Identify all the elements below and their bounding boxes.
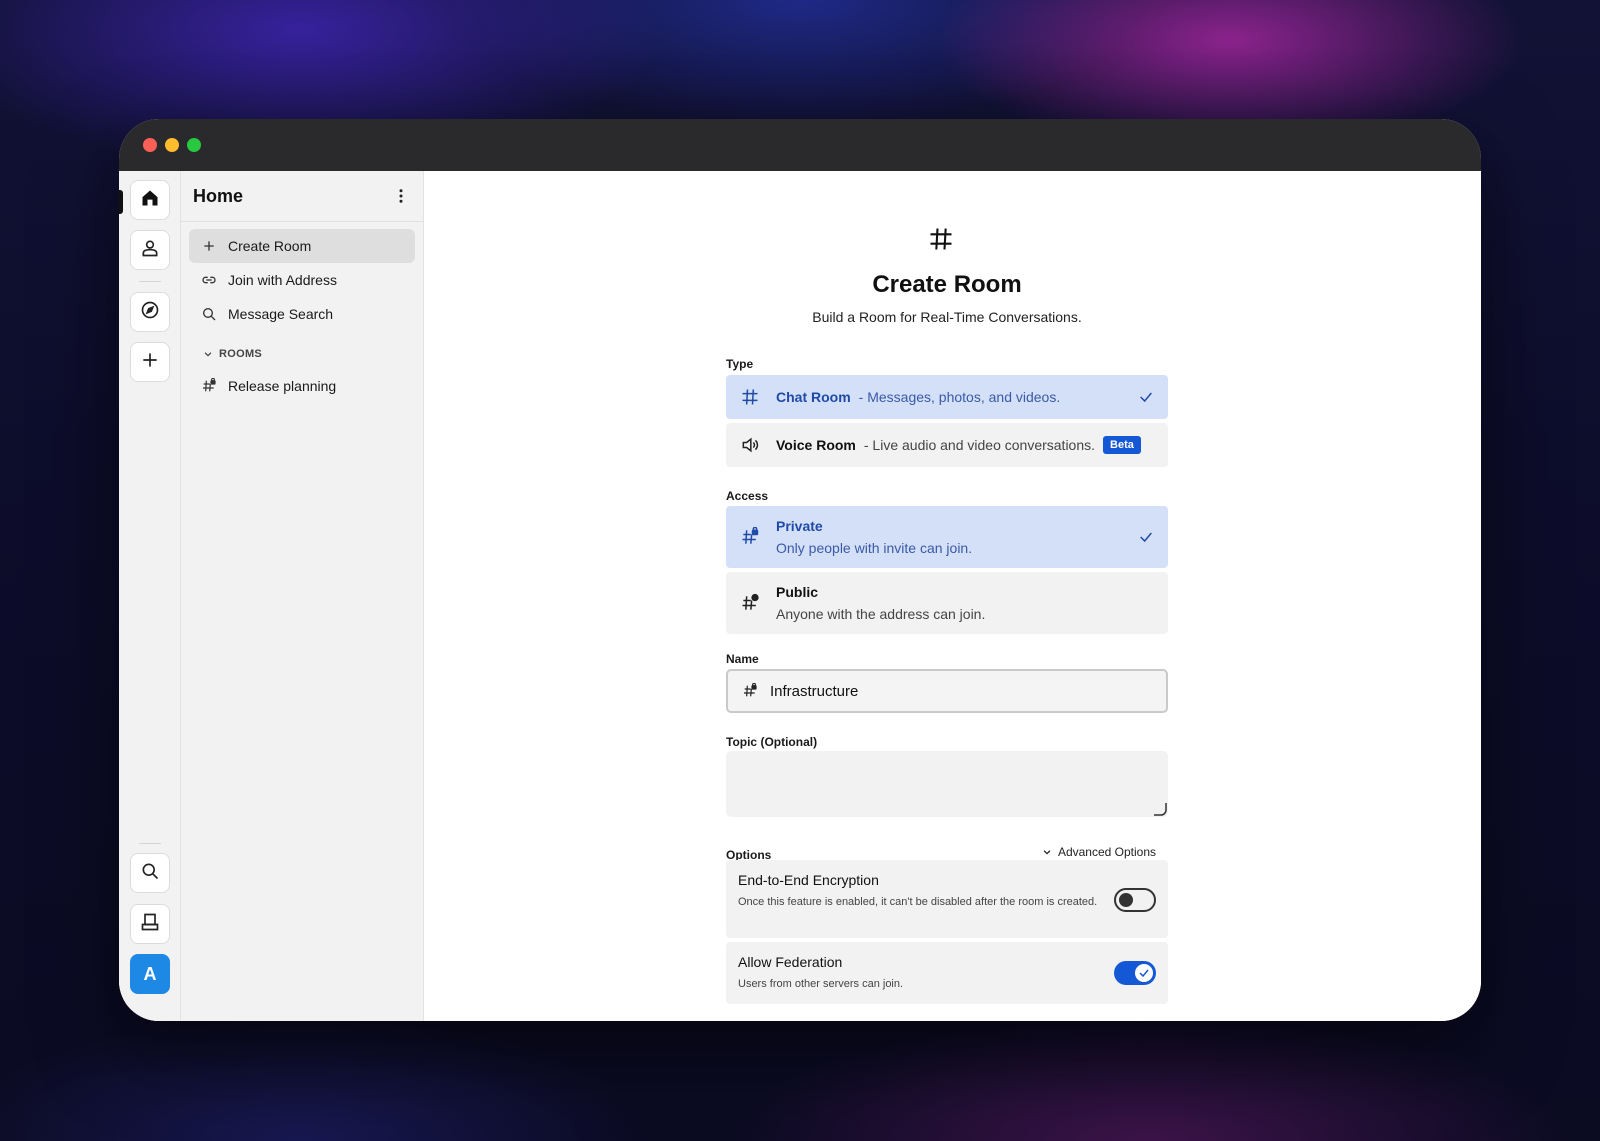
home-icon — [140, 188, 160, 213]
app-body: A Home Create Room Join with Address Mes… — [119, 171, 1481, 1021]
app-window: A Home Create Room Join with Address Mes… — [119, 119, 1481, 1021]
more-options-button[interactable] — [391, 186, 411, 206]
sidebar-header: Home — [181, 171, 423, 222]
create-room-panel: Create Room Build a Room for Real-Time C… — [424, 171, 1481, 1021]
access-option-desc: Anyone with the address can join. — [776, 606, 986, 622]
chevron-down-icon — [1043, 850, 1051, 855]
check-icon — [1139, 969, 1149, 978]
sidebar-item-create-room[interactable]: Create Room — [189, 229, 415, 263]
avatar-letter: A — [143, 963, 157, 984]
access-option-name: Private — [776, 518, 823, 534]
inbox-button[interactable] — [130, 904, 170, 944]
access-option-private[interactable]: Private Only people with invite can join… — [726, 506, 1168, 568]
toggle-knob — [1135, 964, 1153, 982]
resize-handle-icon[interactable] — [1153, 802, 1167, 816]
option-row-federation: Allow Federation Users from other server… — [726, 942, 1168, 1004]
public-room-icon — [742, 593, 759, 610]
topic-label: Topic (Optional) — [726, 735, 818, 749]
name-input[interactable] — [770, 682, 1130, 700]
home-button[interactable] — [130, 180, 170, 220]
search-icon — [140, 861, 160, 886]
link-icon — [202, 276, 216, 284]
beta-badge: Beta — [1103, 436, 1141, 454]
sidebar-nav: Create Room Join with Address Message Se… — [181, 222, 423, 410]
type-option-name: Chat Room — [776, 389, 851, 405]
explore-button[interactable] — [130, 292, 170, 332]
sidebar-item-label: Create Room — [228, 238, 312, 254]
person-icon — [140, 238, 160, 263]
private-room-icon — [742, 527, 759, 544]
rail-divider — [139, 281, 161, 282]
advanced-options-label: Advanced Options — [1057, 845, 1156, 859]
title-bar — [119, 119, 1481, 171]
name-label: Name — [726, 652, 759, 666]
sidebar-room-release-planning[interactable]: Release planning — [189, 369, 415, 403]
private-room-icon — [744, 683, 757, 697]
plus-icon — [204, 241, 214, 251]
access-option-desc: Only people with invite can join. — [776, 540, 973, 556]
minimize-window-button[interactable] — [165, 138, 179, 152]
search-icon — [203, 308, 216, 321]
option-desc: Once this feature is enabled, it can't b… — [738, 896, 1098, 908]
sidebar-title: Home — [193, 185, 244, 206]
sidebar-item-message-search[interactable]: Message Search — [189, 297, 415, 331]
sidebar-item-join-with-address[interactable]: Join with Address — [189, 263, 415, 297]
speaker-icon — [742, 437, 759, 453]
private-room-icon — [203, 378, 216, 392]
room-label: Release planning — [228, 378, 337, 394]
user-avatar-button[interactable]: A — [130, 954, 170, 994]
page-subtitle: Build a Room for Real-Time Conversations… — [812, 309, 1082, 325]
type-option-desc: - Live audio and video conversations. — [863, 437, 1096, 453]
rail-divider-bottom — [139, 843, 161, 844]
type-option-voice-room[interactable]: Voice Room - Live audio and video conver… — [726, 423, 1168, 467]
sidebar-item-label: Join with Address — [228, 272, 337, 288]
sidebar-item-label: Message Search — [228, 306, 334, 322]
rail-active-indicator — [119, 190, 123, 214]
check-icon — [1140, 532, 1152, 543]
type-option-desc: - Messages, photos, and videos. — [858, 389, 1061, 405]
option-title: Allow Federation — [738, 954, 843, 970]
access-option-public[interactable]: Public Anyone with the address can join. — [726, 572, 1168, 634]
access-option-text: Public Anyone with the address can join. — [776, 584, 985, 622]
space-rail: A — [119, 171, 181, 1021]
type-label: Type — [726, 357, 754, 371]
hash-icon — [742, 389, 758, 405]
option-title: End-to-End Encryption — [738, 872, 879, 888]
close-window-button[interactable] — [143, 138, 157, 152]
name-field[interactable] — [726, 669, 1168, 713]
type-option-chat-room[interactable]: Chat Room - Messages, photos, and videos… — [726, 375, 1168, 419]
rooms-section-toggle[interactable]: ROOMS — [189, 345, 415, 363]
access-option-text: Private Only people with invite can join… — [776, 518, 972, 556]
option-desc: Users from other servers can join. — [738, 978, 904, 990]
topic-input[interactable] — [726, 751, 1168, 817]
option-row-encryption: End-to-End Encryption Once this feature … — [726, 860, 1168, 938]
check-icon — [1140, 392, 1152, 403]
search-button[interactable] — [130, 853, 170, 893]
plus-icon — [140, 350, 160, 375]
kebab-menu-icon — [399, 189, 403, 203]
add-space-button[interactable] — [130, 342, 170, 382]
home-sidebar: Home Create Room Join with Address Messa… — [181, 171, 424, 1021]
chevron-down-icon — [204, 352, 212, 357]
page-title: Create Room — [872, 271, 1022, 298]
rooms-heading: ROOMS — [219, 348, 263, 360]
federation-toggle[interactable] — [1114, 961, 1156, 985]
inbox-icon — [140, 912, 160, 937]
compass-icon — [140, 300, 160, 325]
hash-icon — [930, 228, 952, 250]
toggle-knob — [1119, 893, 1133, 907]
access-label: Access — [726, 489, 769, 503]
encryption-toggle[interactable] — [1114, 888, 1156, 912]
direct-messages-button[interactable] — [130, 230, 170, 270]
type-option-name: Voice Room — [776, 437, 856, 453]
advanced-options-toggle[interactable]: Advanced Options — [1042, 845, 1156, 859]
access-option-name: Public — [776, 584, 819, 600]
maximize-window-button[interactable] — [187, 138, 201, 152]
